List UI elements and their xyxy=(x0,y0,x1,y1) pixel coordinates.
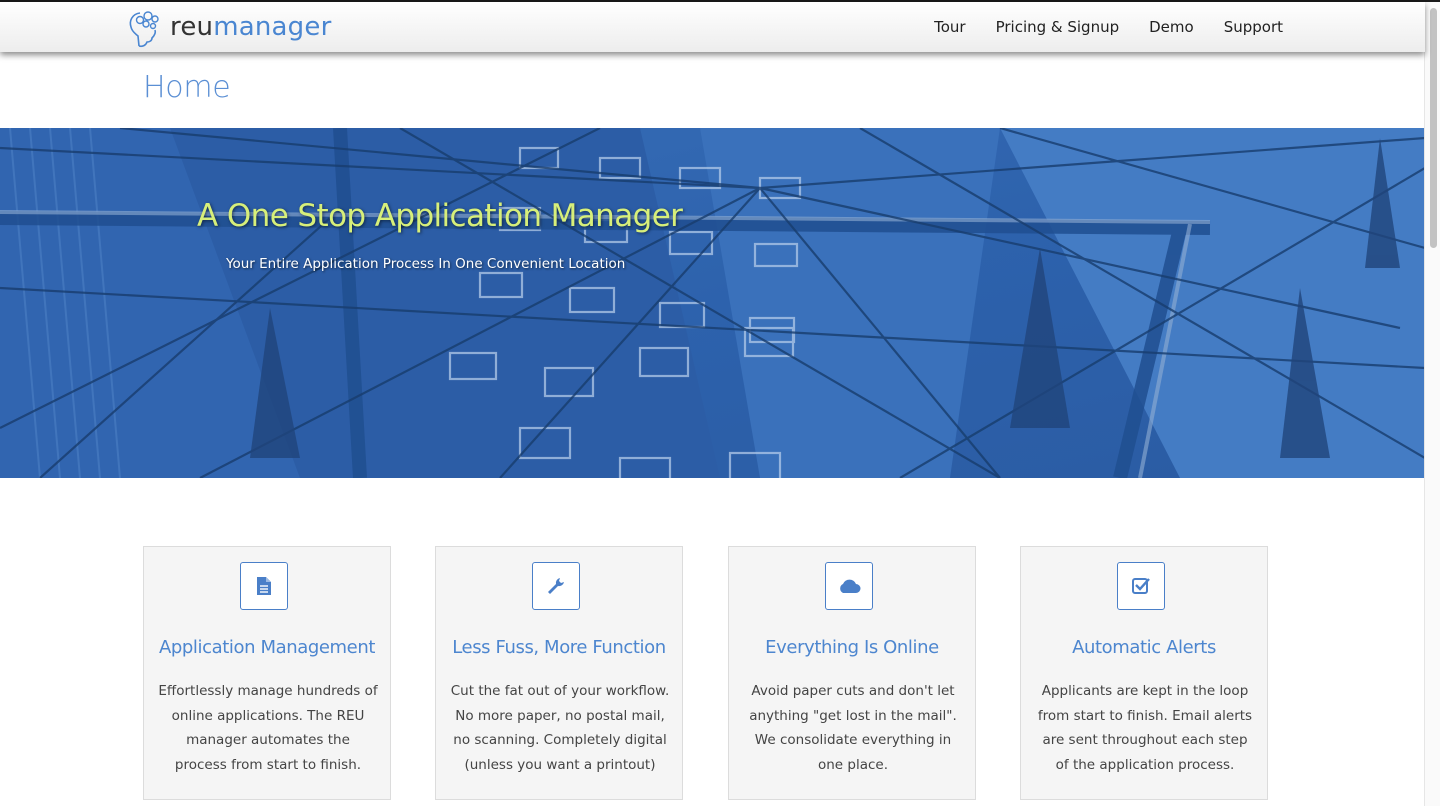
brand-name: reumanager xyxy=(170,5,331,49)
nav-tour[interactable]: Tour xyxy=(934,18,965,36)
nav-support[interactable]: Support xyxy=(1224,18,1283,36)
feature-title: Automatic Alerts xyxy=(1072,637,1216,658)
nav-pricing-signup[interactable]: Pricing & Signup xyxy=(996,18,1120,36)
page-scrollbar[interactable] xyxy=(1424,2,1440,806)
feature-title: Application Management xyxy=(158,637,376,658)
hero-title: A One Stop Application Manager xyxy=(197,198,683,234)
checkbox-icon xyxy=(1117,562,1165,610)
feature-text: Effortlessly manage hundreds of online a… xyxy=(158,683,378,773)
nav-demo[interactable]: Demo xyxy=(1149,18,1194,36)
cloud-icon xyxy=(825,562,873,610)
hero-subtitle: Your Entire Application Process In One C… xyxy=(226,256,626,272)
page-title: Home xyxy=(143,70,231,105)
feature-text: Applicants are kept in the loop from sta… xyxy=(1037,683,1253,773)
feature-title: Less Fuss, More Function xyxy=(452,637,666,658)
brand-name-part1: reu xyxy=(170,12,214,42)
feature-card-everything-online: Everything Is Online Avoid paper cuts an… xyxy=(728,546,976,800)
wrench-icon xyxy=(532,562,580,610)
brain-gears-icon xyxy=(129,11,159,48)
feature-text: Cut the fat out of your workflow. No mor… xyxy=(450,683,670,773)
brand-logo[interactable]: reumanager xyxy=(126,5,331,49)
feature-title: Everything Is Online xyxy=(765,637,939,658)
navbar: reumanager Tour Pricing & Signup Demo Su… xyxy=(0,2,1425,52)
feature-text: Avoid paper cuts and don't let anything … xyxy=(749,683,957,773)
brand-name-part2: manager xyxy=(213,12,332,42)
file-icon xyxy=(240,562,288,610)
scrollbar-thumb[interactable] xyxy=(1430,8,1437,248)
hero-banner: A One Stop Application Manager Your Enti… xyxy=(0,128,1425,478)
hero-background-image xyxy=(0,128,1425,478)
feature-card-less-fuss: Less Fuss, More Function Cut the fat out… xyxy=(435,546,683,800)
feature-card-application-management: Application Management Effortlessly mana… xyxy=(143,546,391,800)
main-nav: Tour Pricing & Signup Demo Support xyxy=(904,2,1283,52)
feature-card-automatic-alerts: Automatic Alerts Applicants are kept in … xyxy=(1020,546,1268,800)
